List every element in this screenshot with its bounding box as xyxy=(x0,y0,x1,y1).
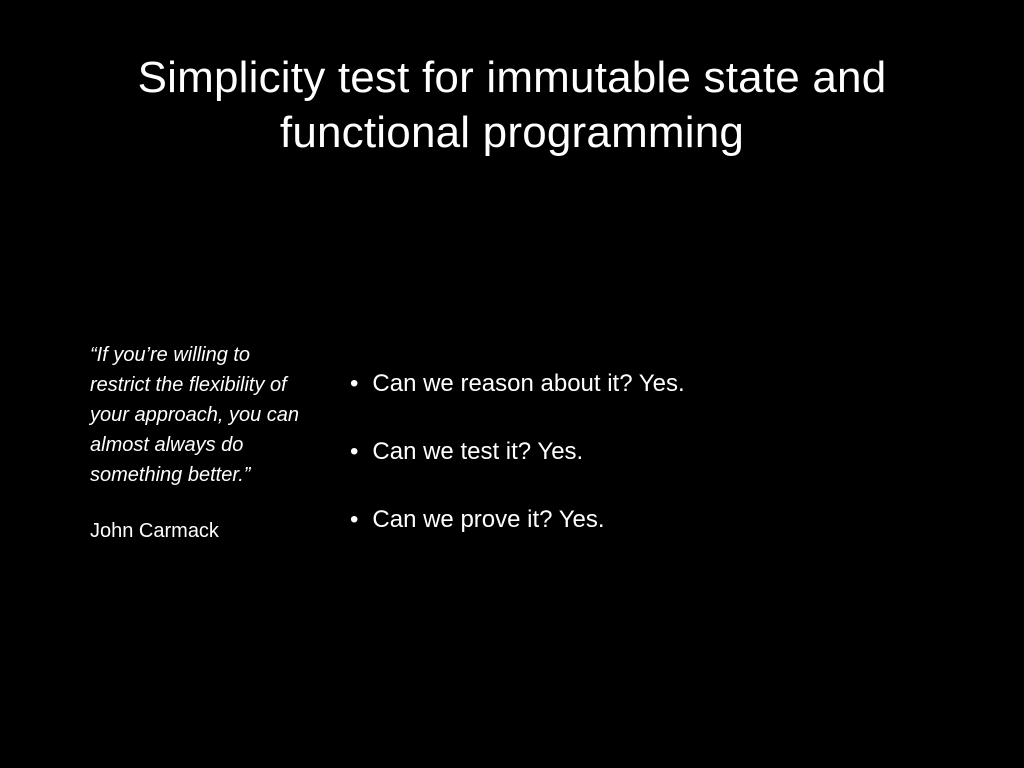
bullet-list: • Can we reason about it? Yes. • Can we … xyxy=(350,340,685,574)
bullet-icon: • xyxy=(350,370,358,398)
bullet-icon: • xyxy=(350,506,358,534)
list-item: • Can we reason about it? Yes. xyxy=(350,370,685,398)
bullet-text: Can we reason about it? Yes. xyxy=(372,370,684,398)
bullet-text: Can we test it? Yes. xyxy=(372,438,583,466)
quote-attribution: John Carmack xyxy=(90,520,300,543)
bullet-text: Can we prove it? Yes. xyxy=(372,506,604,534)
bullet-icon: • xyxy=(350,438,358,466)
slide-title: Simplicity test for immutable state and … xyxy=(90,50,934,160)
quote-text: “If you’re willing to restrict the flexi… xyxy=(90,340,300,490)
list-item: • Can we test it? Yes. xyxy=(350,438,685,466)
slide-content: “If you’re willing to restrict the flexi… xyxy=(90,340,934,574)
list-item: • Can we prove it? Yes. xyxy=(350,506,685,534)
quote-block: “If you’re willing to restrict the flexi… xyxy=(90,340,300,543)
slide: Simplicity test for immutable state and … xyxy=(0,0,1024,768)
